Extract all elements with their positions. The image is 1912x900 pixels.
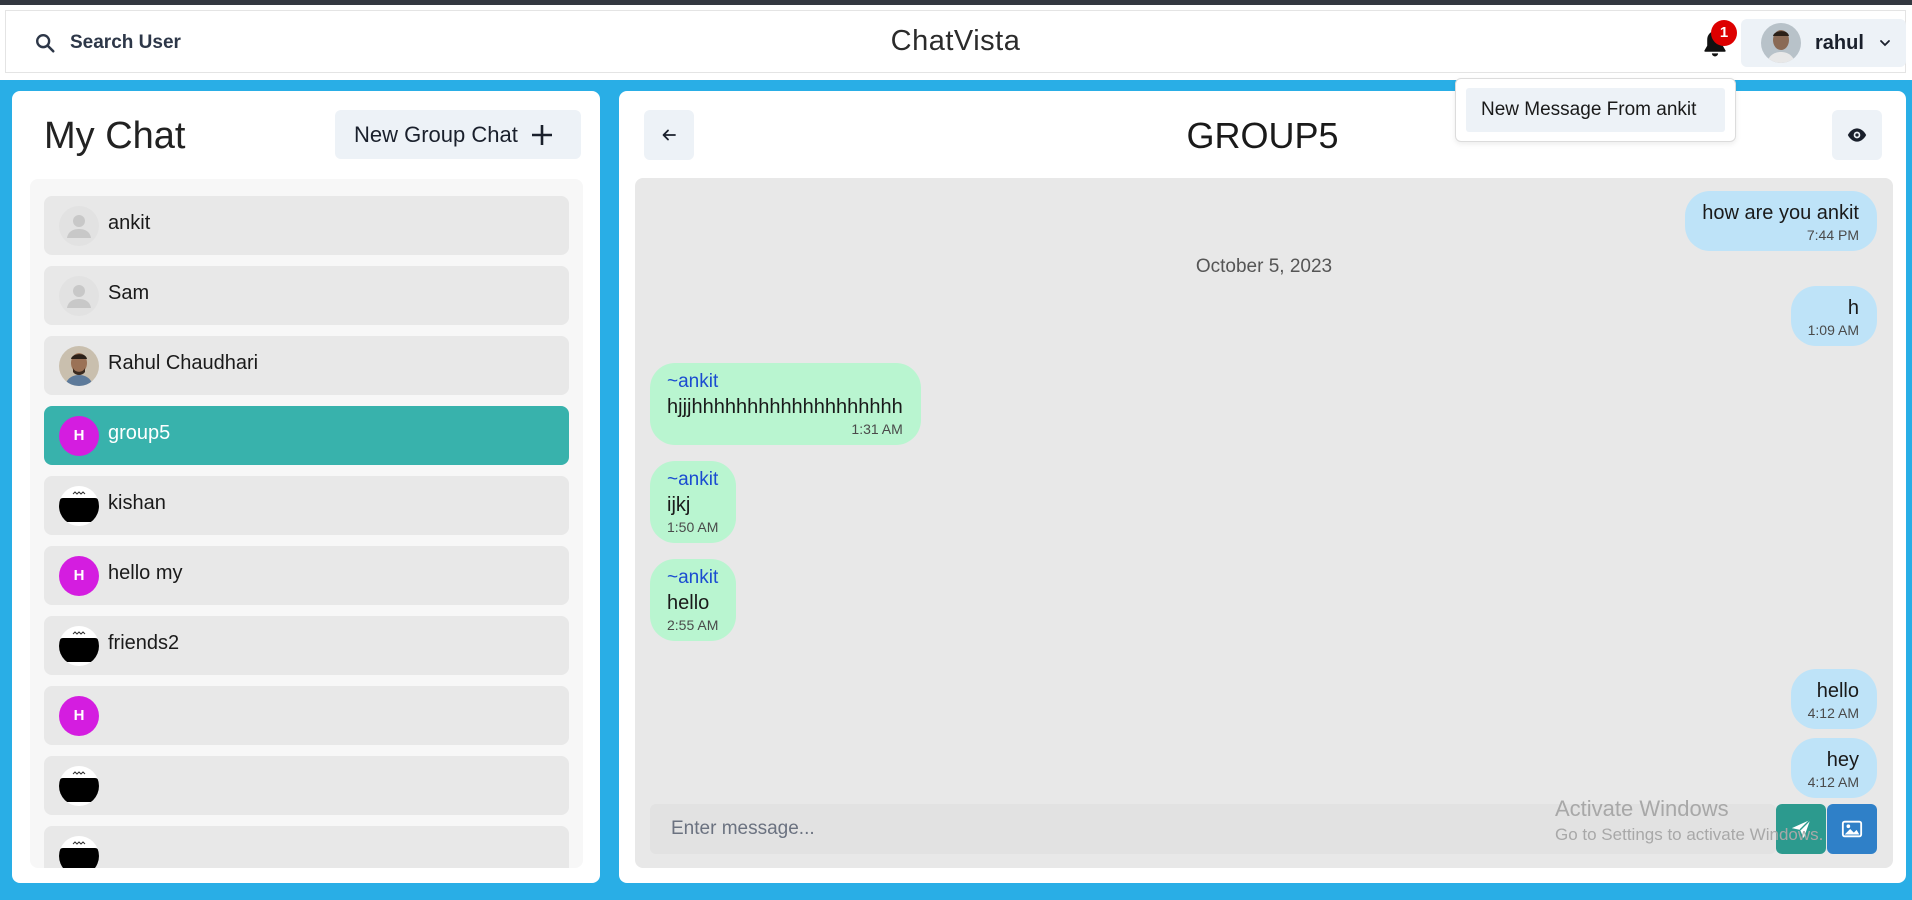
chat-item-rahul-chaudhari[interactable]: Rahul Chaudhari [44, 336, 569, 395]
message-time: 4:12 AM [1807, 705, 1859, 721]
chat-item-name: friends2 [108, 632, 180, 654]
chat-item-unnamed-image-2[interactable] [44, 826, 569, 868]
message-sender: ~ankit [667, 371, 719, 392]
message-bubble: hello 4:12 AM [1790, 669, 1877, 729]
back-button[interactable] [644, 110, 694, 160]
chat-item-kishan[interactable]: kishan [44, 476, 569, 535]
chat-item-friends2[interactable]: friends2 [44, 616, 569, 675]
chat-item-name: group5 [108, 422, 171, 444]
black-image-avatar [59, 836, 99, 868]
user-menu-button[interactable]: rahul [1741, 19, 1906, 67]
view-group-button[interactable] [1832, 110, 1882, 160]
message-time: 1:50 AM [667, 519, 719, 535]
search-user-label: Search User [70, 32, 181, 53]
search-icon [36, 34, 55, 53]
new-group-chat-label: New Group Chat [354, 121, 518, 147]
user-avatar [1761, 23, 1801, 63]
my-chats-title: My Chat [44, 115, 186, 157]
windows-activation-watermark: Activate Windows Go to Settings to activ… [1555, 796, 1823, 845]
plus-icon [531, 124, 552, 145]
eye-icon [1847, 128, 1867, 142]
message-text: ijkj [667, 494, 691, 516]
notification-badge: 1 [1711, 20, 1737, 46]
message-bubble: how are you ankit 7:44 PM [1685, 191, 1877, 251]
chat-item-name: Rahul Chaudhari [108, 352, 259, 374]
notification-item[interactable]: New Message From ankit [1466, 88, 1725, 132]
message-bubble: h 1:09 AM [1790, 286, 1877, 346]
chat-item-group5[interactable]: H group5 [44, 406, 569, 465]
message-time: 4:12 AM [1807, 774, 1859, 790]
message-text: hey [1826, 749, 1859, 771]
message-text: hjjjhhhhhhhhhhhhhhhhhhh [667, 396, 903, 418]
black-image-avatar [59, 766, 99, 806]
message-time: 2:55 AM [667, 617, 719, 633]
chat-item-sam[interactable]: Sam [44, 266, 569, 325]
user-photo-avatar [59, 346, 99, 386]
default-user-avatar-icon [59, 276, 99, 316]
message-sender: ~ankit [667, 567, 719, 588]
new-group-chat-button[interactable]: New Group Chat [335, 110, 581, 159]
group-avatar-initial: H [59, 696, 99, 736]
chat-panel: GROUP5 how are you ankit 7:44 PM October… [619, 91, 1906, 883]
date-separator: October 5, 2023 [1195, 256, 1333, 277]
my-chats-panel: My Chat New Group Chat ankit Sam Rahul C… [12, 91, 600, 883]
chat-item-hello-my[interactable]: H hello my [44, 546, 569, 605]
chat-item-name: kishan [108, 492, 166, 514]
arrow-left-icon [662, 129, 676, 141]
username-label: rahul [1815, 31, 1864, 54]
image-icon [1841, 820, 1863, 838]
top-header: Search User ChatVista 1 rahul [5, 10, 1906, 73]
chat-item-unnamed-group[interactable]: H [44, 686, 569, 745]
message-bubble: ~ankit ijkj 1:50 AM [650, 461, 737, 543]
message-time: 1:09 AM [1807, 322, 1859, 338]
notification-dropdown: New Message From ankit [1455, 78, 1736, 142]
message-text: how are you ankit [1702, 202, 1859, 224]
watermark-subtitle: Go to Settings to activate Windows. [1555, 825, 1824, 844]
chat-list[interactable]: ankit Sam Rahul Chaudhari H group5 kisha… [30, 179, 583, 868]
chat-item-name: hello my [108, 562, 183, 584]
message-bubble: hey 4:12 AM [1790, 738, 1877, 798]
message-time: 1:31 AM [851, 421, 903, 437]
image-upload-button[interactable] [1827, 804, 1877, 854]
message-text: hello [1816, 680, 1859, 702]
watermark-title: Activate Windows [1555, 796, 1729, 821]
group-avatar-initial: H [59, 556, 99, 596]
search-user-button[interactable]: Search User [34, 26, 181, 60]
app-title: ChatVista [890, 25, 1021, 57]
messages-area[interactable]: how are you ankit 7:44 PM October 5, 202… [635, 178, 1893, 868]
group-avatar-initial: H [59, 416, 99, 456]
black-image-avatar [59, 626, 99, 666]
chat-item-ankit[interactable]: ankit [44, 196, 569, 255]
chat-item-name: Sam [108, 282, 150, 304]
message-time: 7:44 PM [1806, 227, 1859, 243]
message-sender: ~ankit [667, 469, 719, 490]
message-text: hello [667, 592, 710, 614]
black-image-avatar [59, 486, 99, 526]
message-bubble: ~ankit hello 2:55 AM [650, 559, 737, 641]
chat-item-unnamed-image[interactable] [44, 756, 569, 815]
chevron-down-icon [1880, 40, 1890, 47]
window-top-strip [0, 0, 1912, 5]
chat-item-name: ankit [108, 212, 151, 234]
message-bubble: ~ankit hjjjhhhhhhhhhhhhhhhhhhh 1:31 AM [650, 363, 921, 445]
default-user-avatar-icon [59, 206, 99, 246]
message-text: h [1847, 297, 1859, 319]
